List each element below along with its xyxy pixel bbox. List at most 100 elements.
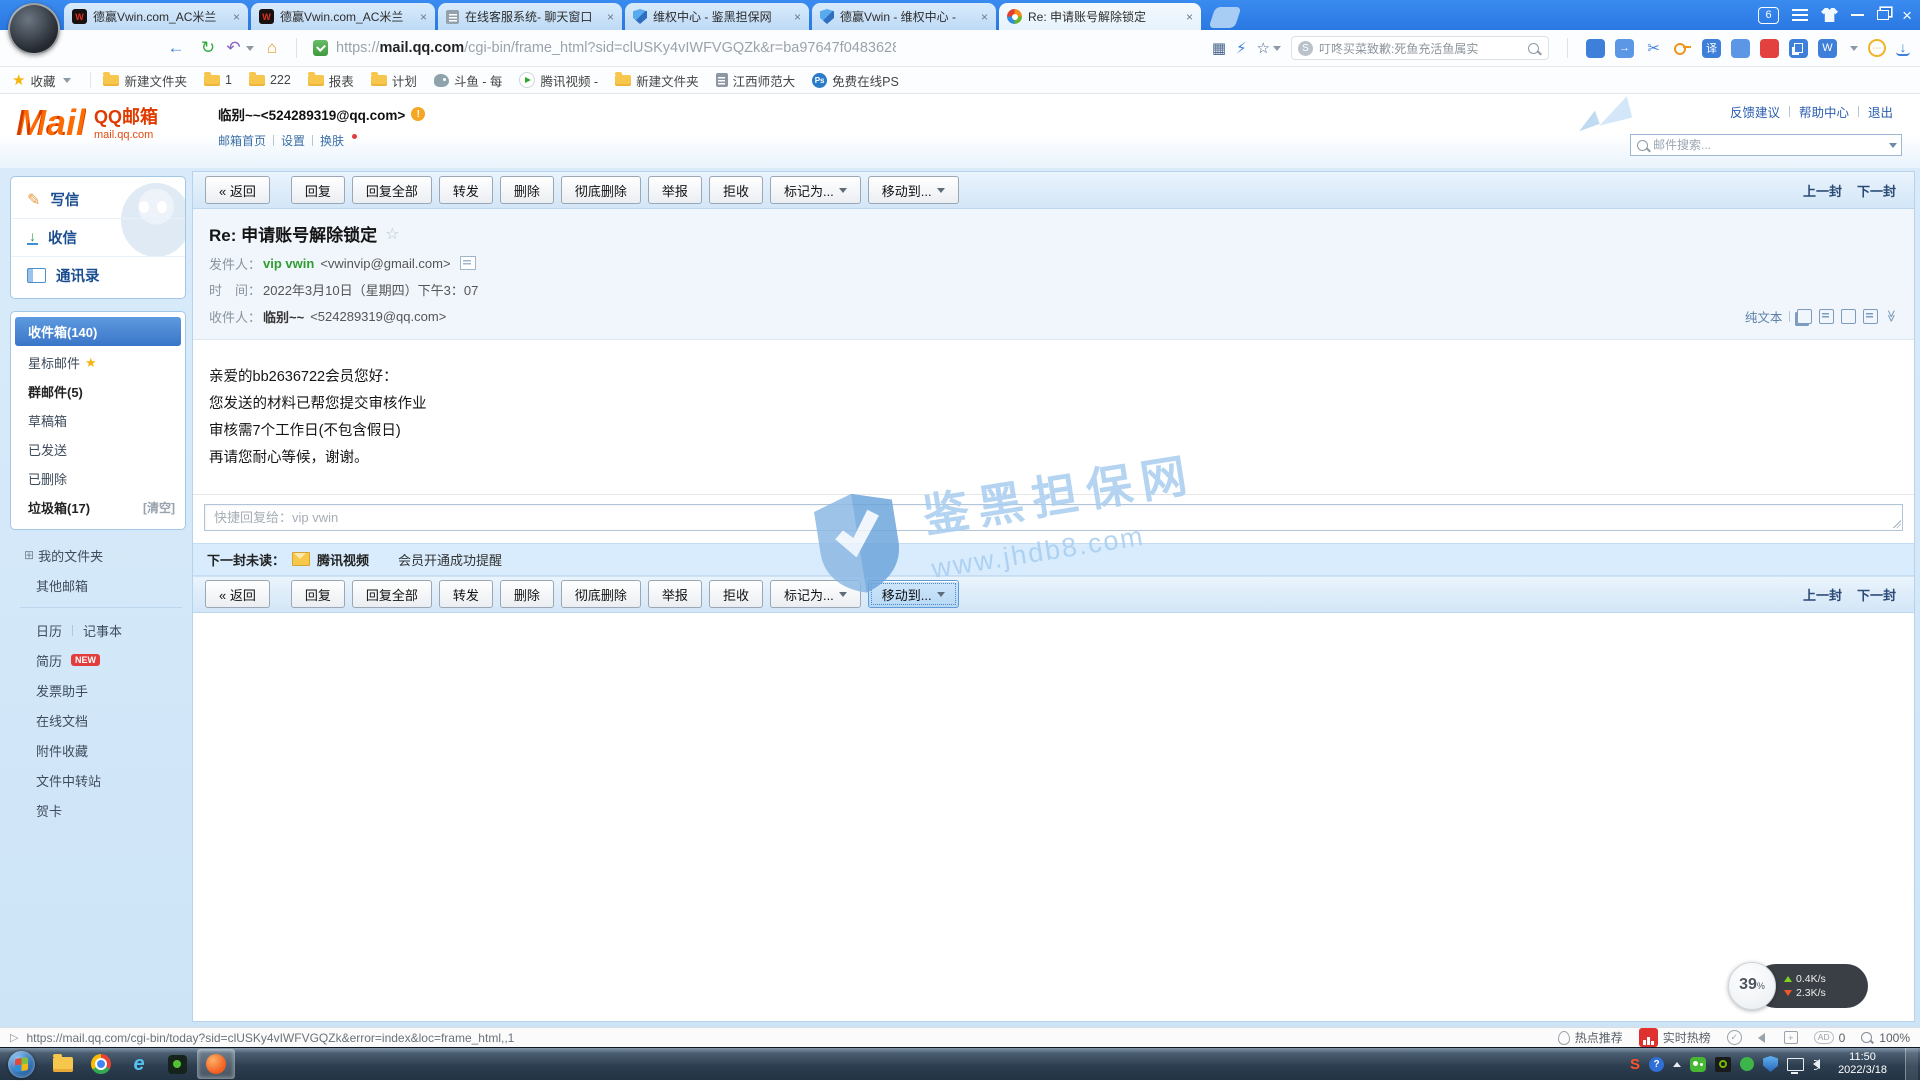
- mute-speaker-icon[interactable]: [1758, 1033, 1765, 1043]
- tab-close-icon[interactable]: ×: [794, 10, 801, 24]
- forward-button[interactable]: 转发: [439, 176, 493, 204]
- extension-exit-icon[interactable]: →: [1615, 39, 1634, 58]
- delete-forever-button[interactable]: 彻底删除: [561, 580, 641, 608]
- browser-tab-vwin-1[interactable]: W 德赢Vwin.com_AC米兰 ×: [64, 3, 248, 30]
- other-mailbox-item[interactable]: 其他邮箱: [10, 570, 186, 600]
- bookmark-online-ps[interactable]: Ps免费在线PS: [812, 71, 899, 90]
- ad-block-counter[interactable]: AD0: [1814, 1031, 1846, 1045]
- bookmark-folder[interactable]: 计划: [371, 71, 417, 90]
- change-skin-link[interactable]: 换肤: [313, 132, 351, 149]
- extension-key-icon[interactable]: [1673, 39, 1692, 58]
- extension-puzzle-icon[interactable]: [1586, 39, 1605, 58]
- reject-button[interactable]: 拒收: [709, 580, 763, 608]
- taskbar-clock[interactable]: 11:50 2022/3/18: [1838, 1051, 1887, 1078]
- file-transfer-item[interactable]: 文件中转站: [10, 765, 186, 795]
- wechat-tray-icon[interactable]: [1690, 1057, 1706, 1072]
- safety-check-icon[interactable]: ✓: [1727, 1030, 1742, 1045]
- sender-card-icon[interactable]: [460, 256, 476, 270]
- my-folders-item[interactable]: ⊞我的文件夹: [10, 540, 186, 570]
- hot-rank-button[interactable]: 实时热榜: [1639, 1028, 1711, 1047]
- new-tab-button[interactable]: [1209, 7, 1242, 28]
- mail-search-input[interactable]: [1651, 137, 1885, 153]
- online-docs-item[interactable]: 在线文档: [10, 705, 186, 735]
- apps-grid-icon[interactable]: ▦: [1212, 39, 1226, 57]
- folder-junk[interactable]: 垃圾箱(17)[清空]: [11, 493, 185, 522]
- attachment-favorites-item[interactable]: 附件收藏: [10, 735, 186, 765]
- reject-button[interactable]: 拒收: [709, 176, 763, 204]
- next-unread-bar[interactable]: 下一封未读： 腾讯视频 会员开通成功提醒: [193, 543, 1914, 576]
- browser-search-box[interactable]: S 叮咚买菜致歉:死鱼充活鱼属实: [1291, 36, 1549, 60]
- copy-pages-icon[interactable]: [1797, 309, 1812, 324]
- reply-all-button[interactable]: 回复全部: [352, 580, 432, 608]
- bookmark-folder[interactable]: 222: [249, 73, 291, 87]
- sender-name[interactable]: vip vwin: [263, 256, 314, 271]
- network-tray-icon[interactable]: [1787, 1058, 1804, 1071]
- greeting-card-item[interactable]: 贺卡: [10, 795, 186, 825]
- folder-starred[interactable]: 星标邮件★: [11, 348, 185, 377]
- move-to-button[interactable]: 移动到...: [868, 176, 959, 204]
- forward-button[interactable]: 转发: [439, 580, 493, 608]
- back-icon[interactable]: ←: [160, 38, 192, 58]
- expand-icon[interactable]: ⊞: [24, 548, 34, 562]
- tab-close-icon[interactable]: ×: [1186, 10, 1193, 24]
- star-toggle-icon[interactable]: ☆: [385, 224, 399, 244]
- compose-button[interactable]: ✎ 写信: [11, 181, 185, 218]
- back-to-list-button[interactable]: « 返回: [205, 176, 270, 204]
- zoom-control[interactable]: 100%: [1861, 1031, 1910, 1045]
- next-mail-link[interactable]: 下一封: [1857, 181, 1896, 200]
- folder-group-mail[interactable]: 群邮件(5): [11, 377, 185, 406]
- document-view-icon[interactable]: [1819, 309, 1834, 324]
- speed-ball-widget[interactable]: 0.4K/s 2.3K/s 39 %: [1728, 962, 1868, 1010]
- reply-button[interactable]: 回复: [291, 580, 345, 608]
- minimize-button[interactable]: [1851, 14, 1864, 16]
- next-unread-subject[interactable]: 会员开通成功提醒: [398, 550, 502, 569]
- show-desktop-button[interactable]: [1905, 1048, 1918, 1081]
- delete-button[interactable]: 删除: [500, 176, 554, 204]
- mark-as-button[interactable]: 标记为...: [770, 176, 861, 204]
- tab-close-icon[interactable]: ×: [981, 10, 988, 24]
- tab-close-icon[interactable]: ×: [607, 10, 614, 24]
- add-plugin-icon[interactable]: +: [1784, 1031, 1798, 1044]
- resume-item[interactable]: 简历NEW: [10, 645, 186, 675]
- tray-expand-icon[interactable]: [1673, 1062, 1681, 1067]
- start-button[interactable]: [8, 1051, 35, 1078]
- folder-sent[interactable]: 已发送: [11, 435, 185, 464]
- chevron-double-down-icon[interactable]: ≫: [1885, 310, 1899, 323]
- next-unread-sender[interactable]: 腾讯视频: [317, 550, 369, 569]
- tab-close-icon[interactable]: ×: [420, 10, 427, 24]
- browser-tab-mail-active[interactable]: Re: 申请账号解除锁定 ×: [999, 3, 1201, 30]
- notes-link[interactable]: 记事本: [83, 621, 122, 640]
- nvidia-tray-icon[interactable]: [1715, 1057, 1731, 1072]
- qqmail-logo[interactable]: Mail QQ邮箱 mail.qq.com: [16, 106, 158, 141]
- account-info-icon[interactable]: !: [411, 107, 425, 121]
- reply-button[interactable]: 回复: [291, 176, 345, 204]
- close-button[interactable]: ×: [1902, 7, 1912, 24]
- taskbar-explorer[interactable]: [45, 1050, 81, 1078]
- tab-close-icon[interactable]: ×: [233, 10, 240, 24]
- next-mail-link[interactable]: 下一封: [1857, 585, 1896, 604]
- caret-down-icon[interactable]: [1889, 143, 1897, 148]
- address-bar[interactable]: https://mail.qq.com/cgi-bin/frame_html?s…: [336, 40, 896, 56]
- browser-tab-weiquan-2[interactable]: 德赢Vwin - 维权中心 - ×: [812, 3, 996, 30]
- move-to-button-focused[interactable]: 移动到...: [868, 580, 959, 608]
- empty-junk-button[interactable]: [清空]: [143, 499, 175, 516]
- browser-profile-avatar[interactable]: [8, 3, 60, 55]
- contacts-button[interactable]: 通讯录: [11, 256, 185, 294]
- help-center-link[interactable]: 帮助中心: [1790, 102, 1858, 121]
- help-tray-icon[interactable]: ?: [1649, 1057, 1664, 1072]
- receive-button[interactable]: ↓ 收信: [11, 218, 185, 256]
- resize-grip-icon[interactable]: [1893, 520, 1901, 528]
- accelerate-bolt-icon[interactable]: ⚡: [1236, 39, 1247, 57]
- browser-tab-chat[interactable]: 在线客服系统- 聊天窗口 ×: [438, 3, 622, 30]
- extension-puzzle2-icon[interactable]: [1731, 39, 1750, 58]
- tab-count-badge[interactable]: 6: [1758, 7, 1779, 24]
- skin-icon[interactable]: [1821, 8, 1838, 22]
- folder-drafts[interactable]: 草稿箱: [11, 406, 185, 435]
- undo-icon[interactable]: ↶: [224, 38, 256, 58]
- quick-reply-input[interactable]: [204, 504, 1903, 531]
- back-to-list-button[interactable]: « 返回: [205, 580, 270, 608]
- extension-pages-icon[interactable]: [1789, 39, 1808, 58]
- save-box-icon[interactable]: [1841, 309, 1856, 324]
- bookmark-folder[interactable]: 新建文件夹: [103, 71, 187, 90]
- delete-button[interactable]: 删除: [500, 580, 554, 608]
